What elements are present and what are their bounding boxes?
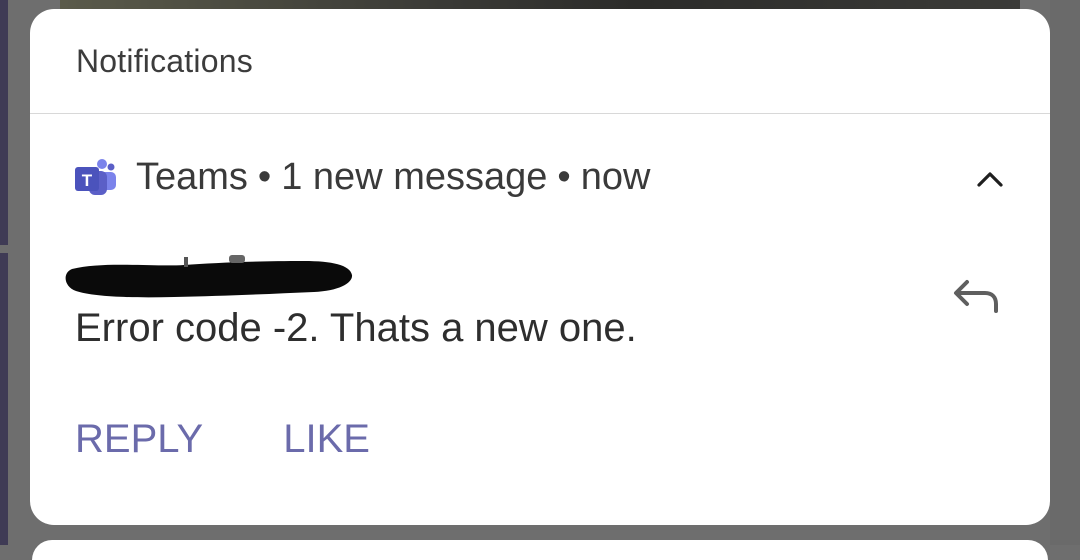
like-button[interactable]: LIKE: [283, 417, 370, 462]
reply-arrow-icon: [954, 280, 998, 313]
collapse-button[interactable]: [968, 159, 1012, 199]
notification-summary: 1 new message: [281, 155, 548, 198]
background-right-edge: [1050, 0, 1080, 545]
redacted-sender-name: [65, 255, 353, 298]
app-name: Teams: [136, 155, 248, 198]
reply-button[interactable]: REPLY: [75, 417, 203, 462]
notification-time: now: [580, 155, 651, 198]
background-left-edge: [0, 0, 8, 545]
notification-panel: Notifications T Teams • 1 new message • …: [30, 9, 1050, 525]
notification-actions: REPLY LIKE: [75, 417, 450, 462]
next-notification-card-edge: [32, 540, 1048, 560]
separator-dot: •: [257, 155, 272, 198]
chevron-up-icon: [977, 172, 1003, 187]
separator-dot: •: [557, 155, 571, 198]
svg-text:T: T: [82, 171, 93, 190]
inline-reply-button[interactable]: [948, 271, 1004, 321]
teams-icon: T: [74, 157, 116, 197]
panel-divider: [30, 113, 1050, 114]
notification-header[interactable]: T Teams • 1 new message • now: [74, 155, 650, 199]
notification-message: Error code -2. Thats a new one.: [75, 306, 637, 350]
panel-title: Notifications: [76, 43, 253, 79]
